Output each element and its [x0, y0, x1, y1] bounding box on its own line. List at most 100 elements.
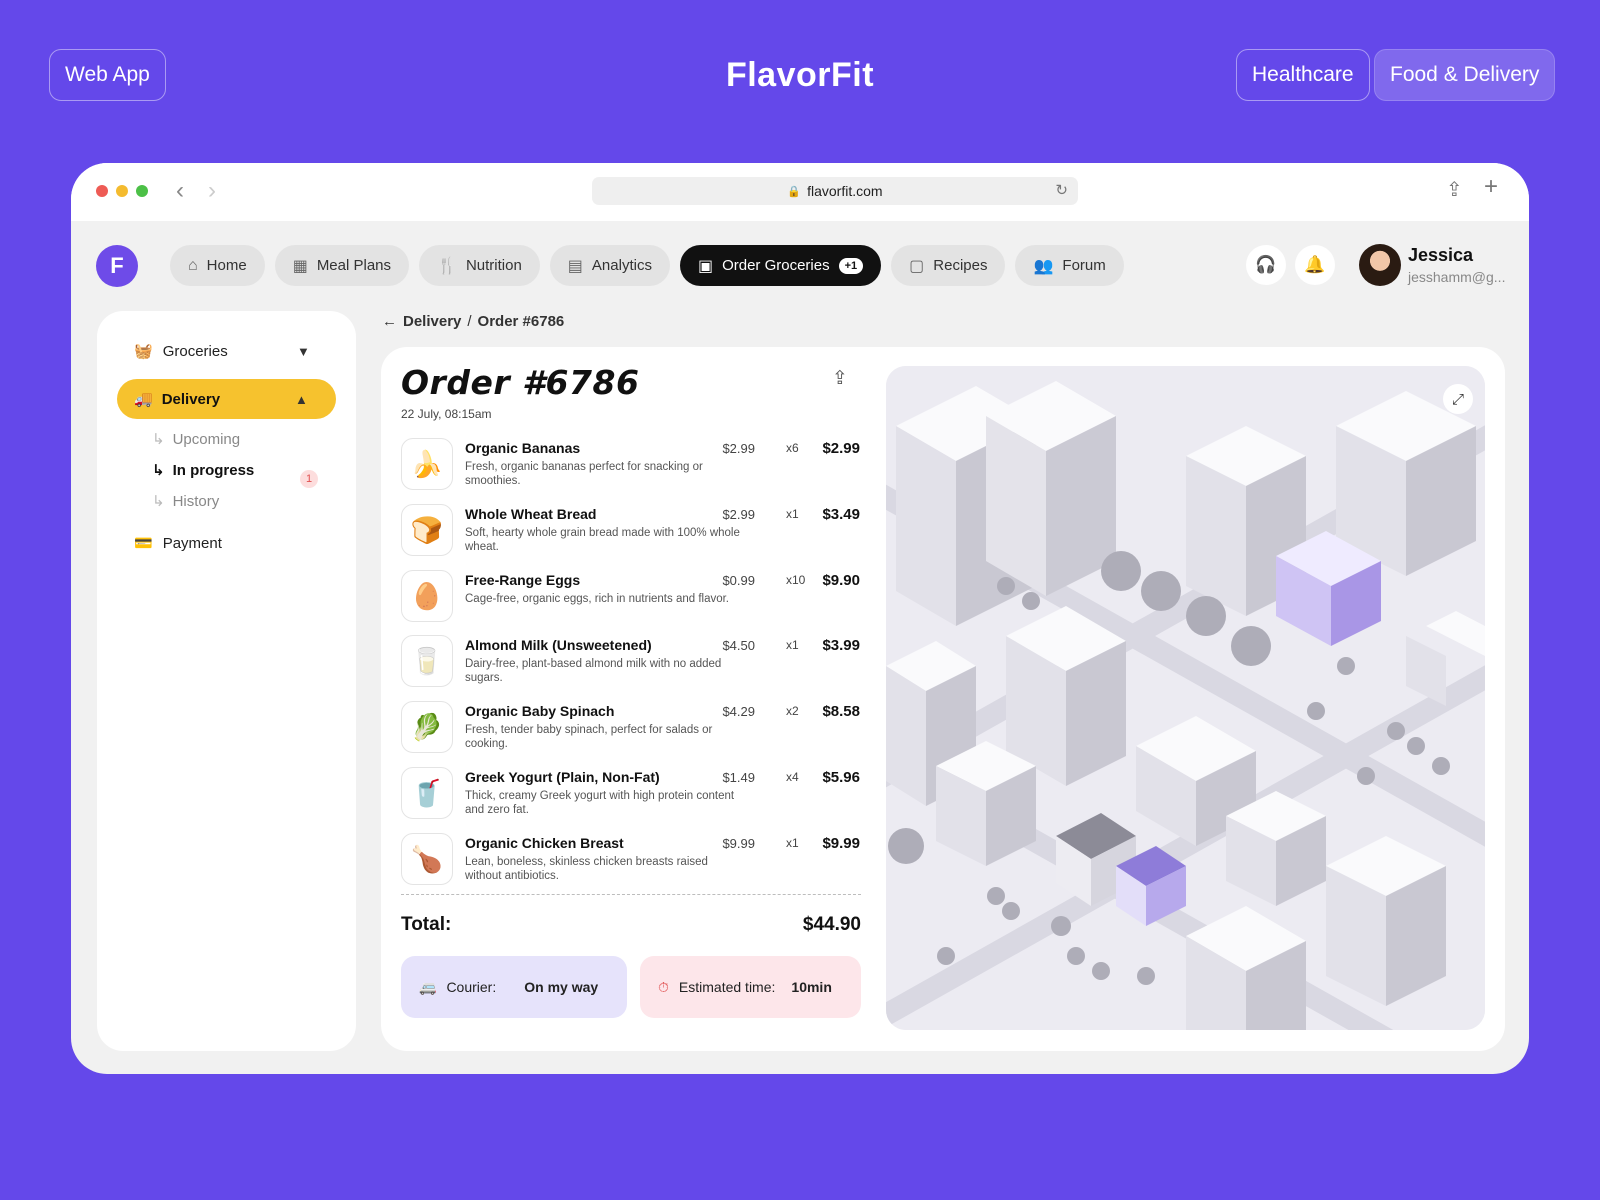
breadcrumb-separator: / [467, 313, 472, 330]
food-delivery-pill: Food & Delivery [1374, 49, 1556, 101]
back-arrow-icon[interactable]: ← [382, 313, 397, 330]
sidebar-sub-history[interactable]: ↳ History [152, 492, 220, 511]
close-dot[interactable] [96, 185, 108, 197]
calendar-icon: ▦ [292, 257, 308, 275]
in-progress-label: In progress [172, 461, 255, 479]
headset-icon: 🎧 [1255, 255, 1277, 274]
url-text: flavorfit.com [807, 183, 883, 199]
total-value: $44.90 [802, 914, 861, 935]
eta-label: Estimated time: [678, 979, 776, 995]
order-date: 22 July, 08:15am [401, 407, 492, 421]
sidebar-groceries-label: Groceries [162, 342, 228, 360]
notifications-button[interactable]: 🔔 [1295, 245, 1335, 285]
nav-recipes-label: Recipes [933, 257, 988, 274]
item-qty: x10 [786, 573, 806, 587]
van-icon: 🚐 [419, 978, 437, 995]
item-total: $2.99 [822, 440, 860, 457]
users-icon: 👥 [1033, 257, 1054, 275]
nav-recipes[interactable]: ▢ Recipes [891, 245, 1006, 286]
url-bar[interactable]: 🔒 flavorfit.com ↻ [592, 177, 1078, 205]
sidebar: 🧺 Groceries ▼ 🚚 Delivery ▲ ↳ Upcoming ↳ In… [97, 311, 356, 1051]
forward-arrow-icon[interactable]: › [208, 177, 216, 205]
item-qty: x1 [786, 836, 799, 850]
sidebar-sub-upcoming[interactable]: ↳ Upcoming [152, 430, 241, 449]
chevron-down-icon[interactable]: ▼ [297, 344, 310, 359]
nav-analytics[interactable]: ▤ Analytics [549, 245, 670, 286]
nav-order-groceries[interactable]: ▣ Order Groceries +1 [679, 245, 882, 286]
item-qty: x4 [786, 770, 799, 784]
nav-order-groceries-label: Order Groceries [722, 257, 830, 274]
share-order-icon[interactable]: ⇪ [832, 367, 848, 390]
upcoming-label: Upcoming [172, 430, 241, 448]
eggs-icon: 🥚 [401, 570, 453, 622]
item-name: Greek Yogurt (Plain, Non-Fat) [465, 769, 660, 785]
item-name: Organic Baby Spinach [465, 703, 615, 719]
user-email: jesshamm@g... [1408, 269, 1506, 285]
healthcare-pill: Healthcare [1236, 49, 1370, 101]
courier-label: Courier: [446, 979, 497, 995]
item-price: $1.49 [722, 770, 755, 785]
nav-nutrition-label: Nutrition [465, 257, 522, 274]
item-total: $8.58 [822, 703, 860, 720]
sidebar-item-delivery[interactable]: 🚚 Delivery ▲ [117, 379, 336, 419]
total-label: Total: [401, 914, 452, 935]
order-item: 🥬 Organic Baby Spinach Fresh, tender bab… [401, 701, 861, 757]
delivery-map[interactable]: ⤢ [886, 366, 1485, 1030]
sidebar-item-payment[interactable]: 💳 Payment [134, 534, 222, 553]
nav-home[interactable]: ⌂ Home [170, 245, 265, 286]
isometric-city-illustration [886, 366, 1485, 1030]
item-price: $2.99 [722, 507, 755, 522]
item-qty: x1 [786, 638, 799, 652]
food-delivery-label: Food & Delivery [1390, 63, 1540, 86]
sidebar-item-groceries[interactable]: 🧺 Groceries [134, 342, 228, 361]
item-price: $2.99 [722, 441, 755, 456]
support-button[interactable]: 🎧 [1246, 245, 1286, 285]
chicken-icon: 🍗 [401, 833, 453, 885]
home-icon: ⌂ [188, 256, 198, 274]
item-desc: Fresh, organic bananas perfect for snack… [465, 461, 703, 487]
healthcare-label: Healthcare [1252, 63, 1354, 86]
nav-meal-plans-label: Meal Plans [316, 257, 392, 274]
user-name: Jessica [1408, 245, 1474, 265]
branch-icon: ↳ [152, 493, 165, 510]
logo-letter: F [110, 253, 124, 278]
item-desc: Fresh, tender baby spinach, perfect for … [465, 724, 713, 750]
in-progress-count-badge: 1 [300, 470, 318, 488]
avatar[interactable] [1359, 244, 1401, 286]
truck-icon: 🚚 [134, 391, 153, 408]
back-arrow-icon[interactable]: ‹ [176, 177, 184, 205]
sidebar-sub-in-progress[interactable]: ↳ In progress [152, 461, 255, 480]
milk-icon: 🥛 [401, 635, 453, 687]
chevron-up-icon: ▲ [295, 392, 308, 407]
nav-meal-plans[interactable]: ▦ Meal Plans [274, 245, 410, 286]
breadcrumb-parent[interactable]: Delivery [403, 313, 461, 330]
share-icon[interactable]: ⇪ [1446, 177, 1463, 202]
order-item: 🍌 Organic Bananas Fresh, organic bananas… [401, 438, 861, 494]
eta-status-card[interactable]: ⏱ Estimated time: 10min [640, 956, 861, 1018]
order-item: 🍞 Whole Wheat Bread Soft, hearty whole g… [401, 504, 861, 560]
eta-value: 10min [791, 979, 832, 995]
maximize-dot[interactable] [136, 185, 148, 197]
branch-icon: ↳ [152, 462, 165, 479]
item-total: $3.99 [822, 637, 860, 654]
minimize-dot[interactable] [116, 185, 128, 197]
order-item: 🍗 Organic Chicken Breast Lean, boneless,… [401, 833, 861, 889]
reload-icon[interactable]: ↻ [1055, 181, 1068, 199]
item-qty: x2 [786, 704, 799, 718]
bread-icon: 🍞 [401, 504, 453, 556]
item-name: Free-Range Eggs [465, 572, 581, 588]
item-name: Almond Milk (Unsweetened) [465, 637, 652, 653]
store-icon: ▣ [697, 257, 714, 275]
yogurt-icon: 🥤 [401, 767, 453, 819]
nav-nutrition[interactable]: 🍴 Nutrition [419, 245, 540, 286]
expand-map-icon[interactable]: ⤢ [1443, 384, 1473, 414]
new-tab-icon[interactable]: + [1484, 173, 1498, 201]
main-nav: ⌂ Home ▦ Meal Plans 🍴 Nutrition ▤ Analytics … [170, 245, 1124, 286]
item-total: $3.49 [822, 506, 860, 523]
bell-icon: 🔔 [1304, 255, 1326, 274]
browser-window: ‹ › 🔒 flavorfit.com ↻ ⇪ + F ⌂ Home ▦ Meal … [71, 163, 1529, 1074]
courier-status-card[interactable]: 🚐 Courier: On my way [401, 956, 627, 1018]
app-logo[interactable]: F [96, 245, 138, 287]
history-label: History [172, 492, 220, 510]
nav-forum[interactable]: 👥 Forum [1015, 245, 1124, 286]
